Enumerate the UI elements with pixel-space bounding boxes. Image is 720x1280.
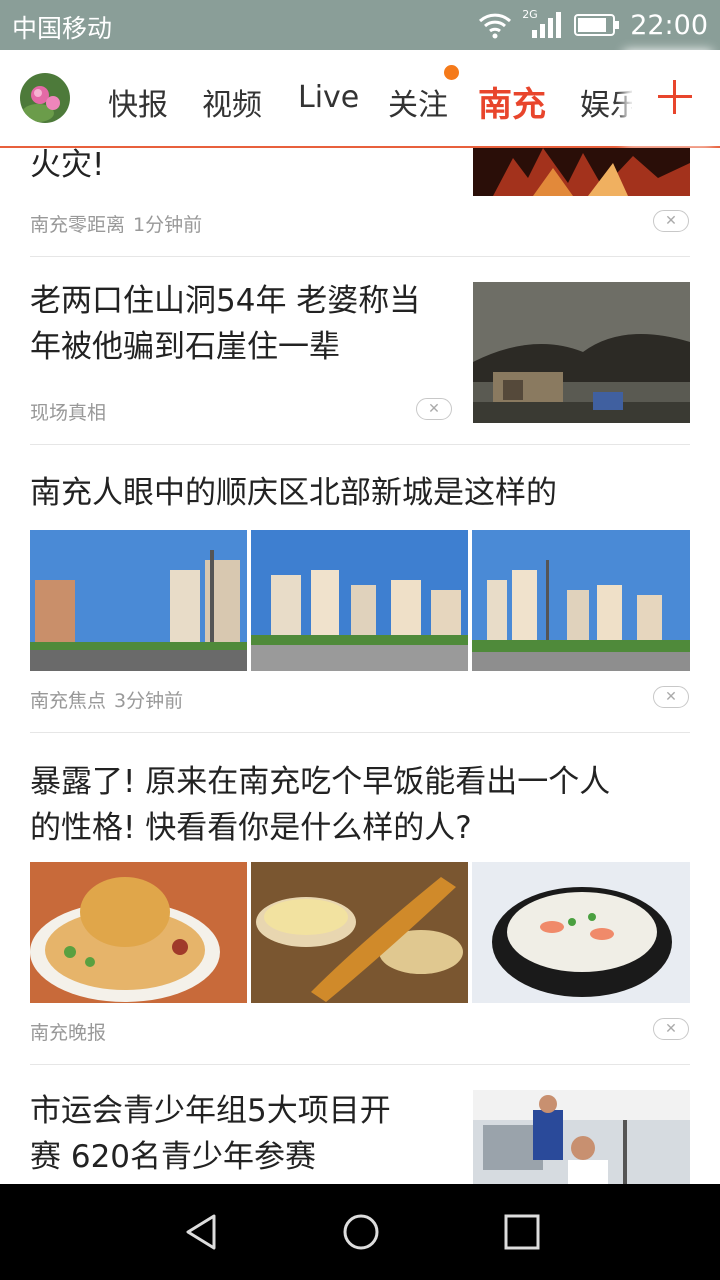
wifi-icon bbox=[479, 13, 512, 39]
fried-dough-photo bbox=[251, 862, 468, 1003]
news-title-line: 老两口住山洞54年 老婆称当 bbox=[30, 283, 421, 319]
status-bar: 中国移动 2G 22:00 bbox=[0, 0, 720, 50]
news-title-line: 市运会青少年组5大项目开 bbox=[30, 1093, 391, 1129]
cave-photo bbox=[473, 282, 690, 423]
dismiss-button[interactable]: ✕ bbox=[653, 1018, 689, 1040]
news-feed[interactable]: 火灾! 南充零距离 1分钟前 ✕ 老两口住山洞54年 老婆称当 年被他骗到石崖住一… bbox=[0, 148, 720, 1184]
dismiss-button[interactable]: ✕ bbox=[653, 686, 689, 708]
news-source: 南充晚报 bbox=[30, 1022, 107, 1044]
divider bbox=[30, 444, 690, 445]
city-street-photo bbox=[30, 530, 247, 671]
news-title: 南充人眼中的顺庆区北部新城是这样的 bbox=[30, 475, 557, 511]
status-icons: 2G 22:00 bbox=[478, 8, 708, 42]
divider bbox=[30, 1064, 690, 1065]
news-meta: 南充焦点 3分钟前 bbox=[30, 686, 183, 713]
sports-photo bbox=[473, 1090, 690, 1184]
divider bbox=[30, 732, 690, 733]
news-source: 南充焦点 bbox=[30, 690, 107, 712]
news-meta: 南充零距离 1分钟前 bbox=[30, 210, 202, 237]
news-title-line: 暴露了! 原来在南充吃个早饭能看出一个人 bbox=[30, 764, 611, 800]
news-title-line: 的性格! 快看看你是什么样的人? bbox=[30, 810, 472, 846]
city-square-photo bbox=[251, 530, 468, 671]
carrier-name: 中国移动 bbox=[12, 14, 113, 43]
fire-photo bbox=[473, 148, 690, 196]
tab-live[interactable]: Live bbox=[298, 80, 359, 115]
add-channel-button[interactable] bbox=[632, 50, 720, 146]
news-source: 南充零距离 bbox=[30, 214, 126, 236]
news-title: 市运会青少年组5大项目开 赛 620名青少年参赛 bbox=[30, 1088, 460, 1180]
user-avatar[interactable] bbox=[20, 73, 70, 123]
notification-dot bbox=[444, 65, 459, 80]
tab-entertainment[interactable]: 娱乐 bbox=[580, 80, 640, 124]
dismiss-button[interactable]: ✕ bbox=[653, 210, 689, 232]
tab-kuaibao[interactable]: 快报 bbox=[108, 80, 168, 124]
home-icon[interactable] bbox=[341, 1212, 381, 1252]
back-icon[interactable] bbox=[182, 1212, 222, 1252]
news-title: 老两口住山洞54年 老婆称当 年被他骗到石崖住一辈 bbox=[30, 278, 460, 370]
news-time: 1分钟前 bbox=[133, 214, 203, 236]
tab-video[interactable]: 视频 bbox=[202, 80, 262, 124]
news-time: 3分钟前 bbox=[114, 690, 184, 712]
news-meta: 南充晚报 bbox=[30, 1018, 106, 1045]
recents-icon[interactable] bbox=[502, 1212, 542, 1252]
city-skyline-photo bbox=[472, 530, 690, 671]
channel-nav-bar: 快报 视频 Live 关注 南充 娱乐 bbox=[0, 50, 720, 148]
system-nav-bar bbox=[0, 1184, 720, 1280]
divider bbox=[30, 256, 690, 257]
clock: 22:00 bbox=[630, 9, 708, 41]
news-source: 现场真相 bbox=[30, 402, 107, 424]
news-title-line: 赛 620名青少年参赛 bbox=[30, 1139, 317, 1175]
news-title-line: 年被他骗到石崖住一辈 bbox=[30, 329, 340, 365]
plus-icon bbox=[658, 80, 692, 114]
news-title: 火灾! bbox=[30, 148, 105, 183]
tab-follow[interactable]: 关注 bbox=[388, 80, 448, 124]
news-title: 暴露了! 原来在南充吃个早饭能看出一个人 的性格! 快看看你是什么样的人? bbox=[30, 759, 700, 851]
news-meta: 现场真相 bbox=[30, 398, 106, 425]
cellular-signal-icon: 2G bbox=[522, 8, 564, 40]
tab-nanchong[interactable]: 南充 bbox=[478, 77, 546, 126]
dismiss-button[interactable]: ✕ bbox=[416, 398, 452, 420]
congee-photo bbox=[472, 862, 690, 1003]
battery-icon bbox=[574, 14, 620, 36]
noodle-bowl-photo bbox=[30, 862, 247, 1003]
